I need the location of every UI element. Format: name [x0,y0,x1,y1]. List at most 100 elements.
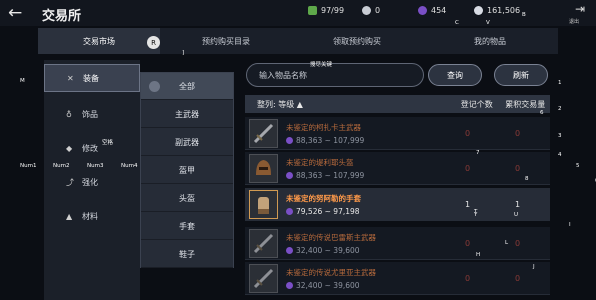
key-hint: 4 [558,152,562,158]
tab-reservation-list[interactable]: 预约购买目录 [160,28,292,54]
tab-claim-reservation[interactable]: 领取预约购买 [292,28,422,54]
item-name: 未鉴定的传说巴雷斯主武器 [286,233,376,242]
category-modify[interactable]: ◆ 修改 [44,134,140,162]
sort-toggle[interactable]: 整列: 等级 ▲ [257,99,453,110]
registered-count: 0 [465,164,471,173]
category-equipment[interactable]: ✕ 装备 [44,64,140,92]
category-material[interactable]: ▲ 材料 [44,202,140,230]
key-hint: 搜尽关键 [310,62,333,68]
key-hint: 7 [476,150,480,156]
registered-count: 0 [465,239,471,248]
silver-medal-icon [474,6,483,15]
key-hint: 5 [576,163,580,169]
crossed-swords-icon: ✕ [67,73,74,83]
resource-value: 161,506 [487,6,521,15]
total-volume: 0 [515,164,521,173]
key-hint: 3 [558,133,562,139]
item-price: 88,363 ~ 107,999 [286,171,364,180]
table-row[interactable]: 未鉴定的努阿勒的手套 79,526 ~ 97,198 1 1 [245,188,550,221]
selector-knob-icon [149,81,160,92]
price-range: 32,400 ~ 39,600 [296,281,360,290]
search-input[interactable]: 输入物品名称 [246,63,424,87]
upgrade-icon: ⤴ [66,177,74,187]
price-range: 88,363 ~ 107,999 [296,171,365,180]
key-hint: I [569,222,571,228]
sword-icon [249,119,278,148]
resource-value: 97/99 [321,6,345,15]
key-hint: B [522,12,526,18]
exit-icon[interactable]: ⇥ [572,2,588,16]
tab-my-items[interactable]: 我的物品 [422,28,558,54]
tab-hotkey-badge-icon: R [147,36,160,49]
registered-count: 1 [465,200,471,209]
resource-crystal: 454 [418,6,446,15]
registered-count: 0 [465,274,471,283]
tab-bar: 交易市场 预约购买目录 领取预约购买 我的物品 [38,28,558,54]
resource-silver: 0 [362,6,380,15]
resource-value: 454 [431,6,447,15]
subcategory-shoes[interactable]: 鞋子 [141,241,233,268]
key-hint: Y [474,212,478,218]
purple-crystal-icon [286,137,293,144]
purple-crystal-icon [286,247,293,254]
category-enhance[interactable]: ⤴ 强化 [44,168,140,196]
subcategory-gloves[interactable]: 手套 [141,213,233,240]
category-accessory[interactable]: ♁ 饰品 [44,100,140,128]
item-name: 未鉴定的传说尤里亚主武器 [286,268,376,277]
gem-icon: ◆ [66,143,73,153]
category-label: 修改 [82,143,98,153]
key-hint: V [486,20,490,26]
column-registered: 登记个数 [460,99,493,109]
subcategory-all[interactable]: 全部 [141,73,233,100]
key-hint: H [476,252,481,258]
subcategory-sub-weapon[interactable]: 副武器 [141,129,233,156]
key-hint: 2 [558,106,562,112]
key-hint: J [533,264,535,270]
refresh-button[interactable]: 刷新 [494,64,548,86]
total-volume: 1 [515,200,521,209]
key-hint: U [514,212,519,218]
subcategory-label: 全部 [179,81,195,91]
total-volume: 0 [515,129,521,138]
category-label: 装备 [83,73,99,83]
key-hint: 1 [558,80,562,86]
resource-value: 0 [375,6,381,15]
purple-crystal-icon [286,282,293,289]
item-name: 未鉴定的柯扎卡主武器 [286,123,361,132]
column-total: 累积交易量 [505,99,546,109]
helmet-icon [249,154,278,183]
table-row[interactable]: 未鉴定的传说尤里亚主武器 32,400 ~ 39,600 0 0 [245,262,550,295]
item-price: 32,400 ~ 39,600 [286,246,360,255]
resource-medal: 161,506 [474,6,520,15]
exit-label: 退出 [569,19,580,25]
table-row[interactable]: 未鉴定的堤利耶头盔 88,363 ~ 107,999 0 0 [245,152,550,185]
price-range: 32,400 ~ 39,600 [296,246,360,255]
subcategory-armor[interactable]: 盔甲 [141,157,233,184]
purple-crystal-icon [286,172,293,179]
key-hint: Num3 [87,163,104,169]
item-price: 32,400 ~ 39,600 [286,281,360,290]
total-volume: 0 [515,239,521,248]
ring-icon: ♁ [66,109,72,119]
key-hint: 6 [540,110,544,116]
page-title: 交易所 [42,9,82,24]
sword-icon [249,229,278,258]
purple-crystal-icon [418,6,427,15]
registered-count: 0 [465,129,471,138]
item-price: 79,526 ~ 97,198 [286,207,360,216]
category-panel: ✕ 装备 ♁ 饰品 ◆ 修改 ⤴ 强化 ▲ 材料 [44,60,140,300]
total-volume: 0 [515,274,521,283]
item-name: 未鉴定的堤利耶头盔 [286,158,354,167]
gauntlet-icon [249,190,278,219]
subcategory-main-weapon[interactable]: 主武器 [141,101,233,128]
tab-market[interactable]: 交易市场 [38,28,160,54]
subcategory-dropdown: 全部 主武器 副武器 盔甲 头盔 手套 鞋子 [140,72,234,268]
subcategory-helmet[interactable]: 头盔 [141,185,233,212]
price-range: 88,363 ~ 107,999 [296,136,365,145]
query-button[interactable]: 查询 [428,64,482,86]
back-arrow-icon[interactable]: ← [8,3,22,23]
table-row[interactable]: 未鉴定的柯扎卡主武器 88,363 ~ 107,999 0 0 [245,117,550,150]
key-hint: Num2 [53,163,70,169]
silver-coin-icon [362,6,371,15]
key-hint: Num1 [20,163,37,169]
